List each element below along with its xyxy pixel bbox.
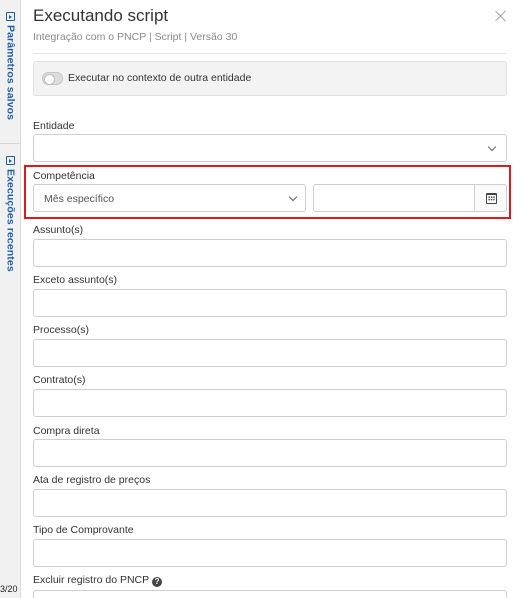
saved-parameters-label: Parâmetros salvos bbox=[4, 25, 17, 121]
context-toggle[interactable] bbox=[42, 72, 63, 85]
help-icon[interactable]: ? bbox=[152, 577, 163, 587]
exceto-assuntos-label: Exceto assunto(s) bbox=[33, 274, 118, 286]
recent-executions-tab[interactable]: Execuções recentes bbox=[2, 156, 19, 272]
contratos-label: Contrato(s) bbox=[33, 374, 86, 386]
excluir-registro-text: Excluir registro do PNCP bbox=[33, 574, 150, 586]
highlight-box bbox=[24, 165, 511, 219]
header-divider bbox=[33, 53, 507, 54]
excluir-registro-input[interactable] bbox=[33, 590, 507, 598]
excluir-registro-label: Excluir registro do PNCP? bbox=[33, 574, 163, 587]
assuntos-input[interactable] bbox=[33, 239, 507, 267]
entidade-label: Entidade bbox=[33, 120, 75, 132]
exceto-assuntos-input[interactable] bbox=[33, 289, 507, 317]
compra-direta-input[interactable] bbox=[33, 439, 507, 467]
background-text: 3/20 bbox=[0, 584, 18, 594]
contratos-input[interactable] bbox=[33, 389, 507, 417]
tipo-comprovante-label: Tipo de Comprovante bbox=[33, 524, 134, 536]
execute-script-modal: Executando script Integração com o PNCP … bbox=[21, 0, 520, 598]
tipo-comprovante-input[interactable] bbox=[33, 539, 507, 567]
modal-subtitle: Integração com o PNCP | Script | Versão … bbox=[33, 31, 238, 43]
rail-divider bbox=[0, 143, 21, 144]
processos-label: Processo(s) bbox=[33, 324, 90, 336]
assuntos-label: Assunto(s) bbox=[33, 224, 84, 236]
saved-parameters-tab[interactable]: Parâmetros salvos bbox=[2, 12, 19, 120]
expand-icon bbox=[6, 156, 15, 165]
chevron-down-icon bbox=[487, 142, 497, 152]
processos-input[interactable] bbox=[33, 339, 507, 367]
entidade-select[interactable] bbox=[33, 134, 507, 162]
recent-executions-label: Execuções recentes bbox=[4, 169, 17, 272]
ata-registro-input[interactable] bbox=[33, 489, 507, 517]
close-icon[interactable] bbox=[494, 9, 508, 23]
modal-title: Executando script bbox=[33, 6, 169, 25]
side-rail: Parâmetros salvos Execuções recentes 3/2… bbox=[0, 0, 21, 598]
ata-registro-label: Ata de registro de preços bbox=[33, 474, 151, 486]
context-toggle-label: Executar no contexto de outra entidade bbox=[68, 72, 252, 84]
context-option-box: Executar no contexto de outra entidade bbox=[33, 61, 507, 96]
expand-icon bbox=[6, 12, 15, 21]
compra-direta-label: Compra direta bbox=[33, 425, 100, 437]
